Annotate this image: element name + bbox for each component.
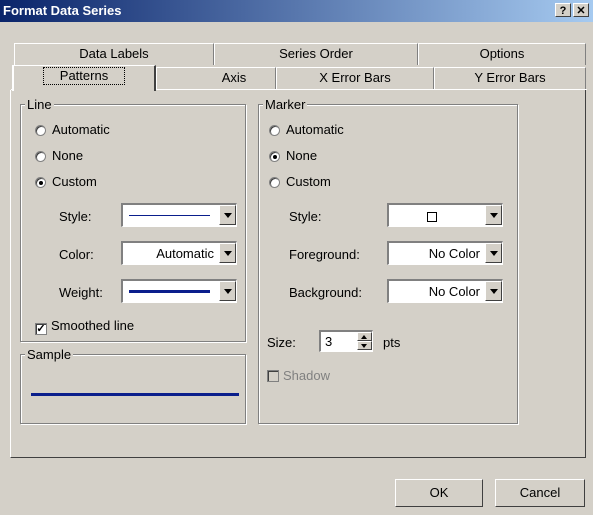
- tab-x-error-bars[interactable]: X Error Bars: [276, 67, 434, 89]
- radio-selected-icon: [269, 151, 280, 162]
- line-color-value: Automatic: [156, 246, 214, 261]
- tab-patterns[interactable]: Patterns: [12, 65, 156, 91]
- radio-icon: [269, 125, 280, 136]
- marker-style-label: Style:: [289, 209, 322, 224]
- spin-up-icon[interactable]: [357, 332, 372, 341]
- marker-foreground-dropdown[interactable]: No Color: [387, 241, 503, 265]
- square-marker-icon: [427, 210, 437, 225]
- marker-foreground-value: No Color: [428, 246, 480, 261]
- radio-icon: [269, 177, 280, 188]
- marker-group-legend: Marker: [263, 97, 308, 112]
- line-style-preview: [129, 215, 210, 216]
- sample-line-preview: [31, 393, 239, 396]
- close-icon[interactable]: ✕: [573, 3, 589, 17]
- tab-axis[interactable]: Axis: [156, 67, 276, 89]
- spin-down-icon[interactable]: [357, 341, 372, 350]
- help-button[interactable]: ?: [555, 3, 571, 17]
- shadow-checkbox[interactable]: Shadow: [267, 369, 330, 383]
- chevron-down-icon[interactable]: [219, 205, 236, 225]
- chevron-down-icon[interactable]: [485, 205, 502, 225]
- ok-button[interactable]: OK: [395, 479, 483, 507]
- marker-radio-none[interactable]: None: [269, 149, 317, 163]
- line-radio-none[interactable]: None: [35, 149, 83, 163]
- tab-options[interactable]: Options: [418, 43, 586, 65]
- tab-y-error-bars[interactable]: Y Error Bars: [434, 67, 586, 89]
- chevron-down-icon[interactable]: [219, 281, 236, 301]
- marker-background-label: Background:: [289, 285, 362, 300]
- chevron-down-icon[interactable]: [485, 281, 502, 301]
- chevron-down-icon[interactable]: [219, 243, 236, 263]
- title-bar: Format Data Series ? ✕: [0, 0, 593, 22]
- sample-group-legend: Sample: [25, 347, 74, 362]
- marker-radio-automatic[interactable]: Automatic: [269, 123, 344, 137]
- chevron-down-icon[interactable]: [485, 243, 502, 263]
- line-weight-preview: [129, 290, 210, 293]
- marker-size-value: 3: [325, 334, 333, 349]
- line-group: Line Automatic None Custom Style: Color:…: [20, 97, 246, 342]
- marker-size-label: Size:: [267, 335, 296, 350]
- marker-size-unit: pts: [383, 335, 401, 350]
- line-radio-custom[interactable]: Custom: [35, 175, 97, 189]
- marker-foreground-label: Foreground:: [289, 247, 360, 262]
- marker-radio-custom[interactable]: Custom: [269, 175, 331, 189]
- tab-series-order[interactable]: Series Order: [214, 43, 418, 65]
- radio-icon: [35, 125, 46, 136]
- line-radio-automatic[interactable]: Automatic: [35, 123, 110, 137]
- marker-group: Marker Automatic None Custom Style: Fore…: [258, 97, 518, 424]
- radio-selected-icon: [35, 177, 46, 188]
- line-group-legend: Line: [25, 97, 54, 112]
- tab-data-labels[interactable]: Data Labels: [14, 43, 214, 65]
- line-style-label: Style:: [59, 209, 92, 224]
- line-weight-label: Weight:: [59, 285, 103, 300]
- line-color-dropdown[interactable]: Automatic: [121, 241, 237, 265]
- marker-style-dropdown[interactable]: [387, 203, 503, 227]
- checkbox-icon: [267, 370, 279, 382]
- marker-background-value: No Color: [428, 284, 480, 299]
- sample-group: Sample: [20, 347, 246, 424]
- format-data-series-dialog: Format Data Series ? ✕ Data Labels Serie…: [0, 0, 593, 515]
- marker-background-dropdown[interactable]: No Color: [387, 279, 503, 303]
- window-title: Format Data Series: [3, 3, 122, 18]
- line-weight-dropdown[interactable]: [121, 279, 237, 303]
- smoothed-line-checkbox[interactable]: ✓ Smoothed line: [35, 319, 134, 335]
- line-style-dropdown[interactable]: [121, 203, 237, 227]
- radio-icon: [35, 151, 46, 162]
- line-color-label: Color:: [59, 247, 94, 262]
- checkmark-icon: ✓: [35, 323, 47, 335]
- cancel-button[interactable]: Cancel: [495, 479, 585, 507]
- marker-size-stepper[interactable]: 3: [319, 330, 373, 352]
